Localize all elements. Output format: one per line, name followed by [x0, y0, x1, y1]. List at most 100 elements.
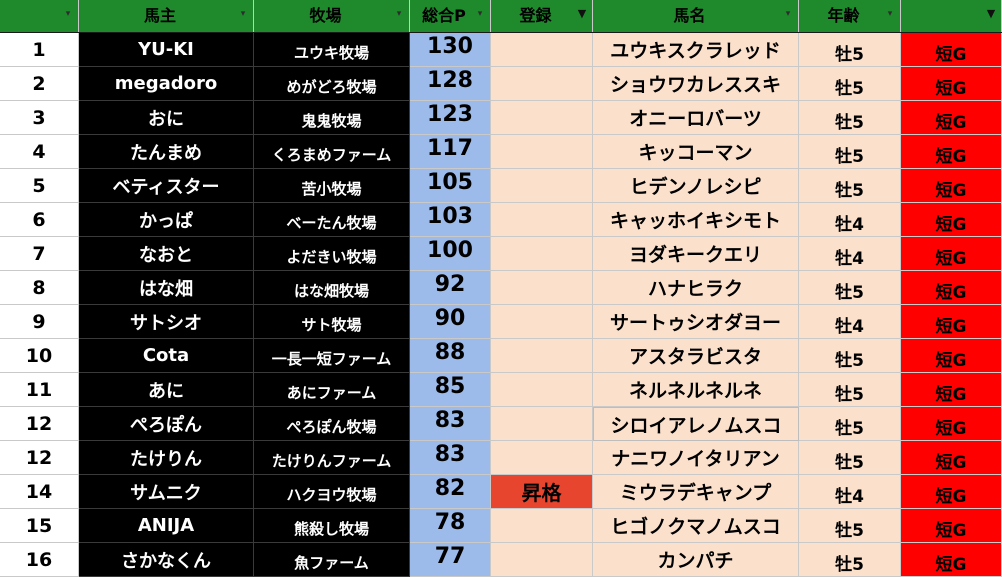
farm-cell[interactable]: あにファーム [254, 373, 410, 407]
age-cell[interactable]: 牡5 [799, 33, 901, 67]
horse-name-cell[interactable]: ヒデンノレシピ [593, 169, 799, 203]
horse-name-cell[interactable]: ショウワカレススキ [593, 67, 799, 101]
registration-cell[interactable] [491, 509, 593, 543]
category-cell[interactable]: 短G [901, 441, 1002, 475]
points-cell[interactable]: 123 [410, 101, 491, 135]
points-cell[interactable]: 130 [410, 33, 491, 67]
points-cell[interactable]: 88 [410, 339, 491, 373]
farm-cell[interactable]: よだきい牧場 [254, 237, 410, 271]
category-cell[interactable]: 短G [901, 305, 1002, 339]
registration-cell[interactable] [491, 237, 593, 271]
age-cell[interactable]: 牡5 [799, 67, 901, 101]
farm-cell[interactable]: くろまめファーム [254, 135, 410, 169]
rank-cell[interactable]: 5 [0, 169, 79, 203]
horse-name-cell[interactable]: ユウキスクラレッド [593, 33, 799, 67]
horse-name-cell[interactable]: ミウラデキャンプ [593, 475, 799, 509]
owner-cell[interactable]: なおと [79, 237, 254, 271]
points-cell[interactable]: 90 [410, 305, 491, 339]
registration-cell[interactable]: 昇格 [491, 475, 593, 509]
owner-cell[interactable]: サムニク [79, 475, 254, 509]
points-cell[interactable]: 77 [410, 543, 491, 577]
header-num[interactable]: ▾ [0, 0, 79, 32]
category-cell[interactable]: 短G [901, 169, 1002, 203]
age-cell[interactable]: 牡4 [799, 305, 901, 339]
rank-cell[interactable]: 7 [0, 237, 79, 271]
rank-cell[interactable]: 14 [0, 475, 79, 509]
registration-cell[interactable] [491, 135, 593, 169]
filter-dropdown-icon[interactable]: ▾ [61, 7, 75, 21]
farm-cell[interactable]: ぺろぽん牧場 [254, 407, 410, 441]
owner-cell[interactable]: megadoro [79, 67, 254, 101]
registration-cell[interactable] [491, 305, 593, 339]
rank-cell[interactable]: 10 [0, 339, 79, 373]
registration-cell[interactable] [491, 543, 593, 577]
farm-cell[interactable]: 苦小牧場 [254, 169, 410, 203]
age-cell[interactable]: 牡5 [799, 543, 901, 577]
owner-cell[interactable]: おに [79, 101, 254, 135]
category-cell[interactable]: 短G [901, 543, 1002, 577]
owner-cell[interactable]: サトシオ [79, 305, 254, 339]
registration-cell[interactable] [491, 203, 593, 237]
category-cell[interactable]: 短G [901, 271, 1002, 305]
farm-cell[interactable]: ユウキ牧場 [254, 33, 410, 67]
age-cell[interactable]: 牡5 [799, 135, 901, 169]
header-owner[interactable]: 馬主 ▾ [79, 0, 254, 32]
horse-name-cell[interactable]: オニーロバーツ [593, 101, 799, 135]
points-cell[interactable]: 103 [410, 203, 491, 237]
registration-cell[interactable] [491, 441, 593, 475]
filter-active-icon[interactable]: ▼ [984, 7, 998, 21]
filter-active-icon[interactable]: ▼ [575, 7, 589, 21]
registration-cell[interactable] [491, 373, 593, 407]
owner-cell[interactable]: さかなくん [79, 543, 254, 577]
header-registration[interactable]: 登録 ▼ [491, 0, 593, 32]
registration-cell[interactable] [491, 339, 593, 373]
owner-cell[interactable]: あに [79, 373, 254, 407]
registration-cell[interactable] [491, 407, 593, 441]
points-cell[interactable]: 82 [410, 475, 491, 509]
rank-cell[interactable]: 6 [0, 203, 79, 237]
category-cell[interactable]: 短G [901, 101, 1002, 135]
horse-name-cell[interactable]: ナニワノイタリアン [593, 441, 799, 475]
farm-cell[interactable]: 熊殺し牧場 [254, 509, 410, 543]
owner-cell[interactable]: ANIJA [79, 509, 254, 543]
points-cell[interactable]: 78 [410, 509, 491, 543]
age-cell[interactable]: 牡5 [799, 169, 901, 203]
registration-cell[interactable] [491, 101, 593, 135]
rank-cell[interactable]: 2 [0, 67, 79, 101]
owner-cell[interactable]: はな畑 [79, 271, 254, 305]
horse-name-cell[interactable]: ハナヒラク [593, 271, 799, 305]
header-farm[interactable]: 牧場 ▾ [254, 0, 410, 32]
category-cell[interactable]: 短G [901, 373, 1002, 407]
points-cell[interactable]: 128 [410, 67, 491, 101]
horse-name-cell[interactable]: キャッホイキシモト [593, 203, 799, 237]
header-horse[interactable]: 馬名 ▾ [593, 0, 799, 32]
farm-cell[interactable]: 鬼鬼牧場 [254, 101, 410, 135]
farm-cell[interactable]: たけりんファーム [254, 441, 410, 475]
category-cell[interactable]: 短G [901, 407, 1002, 441]
age-cell[interactable]: 牡4 [799, 203, 901, 237]
rank-cell[interactable]: 3 [0, 101, 79, 135]
category-cell[interactable]: 短G [901, 33, 1002, 67]
category-cell[interactable]: 短G [901, 135, 1002, 169]
owner-cell[interactable]: ぺろぽん [79, 407, 254, 441]
category-cell[interactable]: 短G [901, 475, 1002, 509]
points-cell[interactable]: 83 [410, 441, 491, 475]
category-cell[interactable]: 短G [901, 237, 1002, 271]
age-cell[interactable]: 牡5 [799, 373, 901, 407]
owner-cell[interactable]: YU-KI [79, 33, 254, 67]
filter-dropdown-icon[interactable]: ▾ [392, 7, 406, 21]
horse-name-cell[interactable]: ヒゴノクマノムスコ [593, 509, 799, 543]
points-cell[interactable]: 105 [410, 169, 491, 203]
farm-cell[interactable]: 魚ファーム [254, 543, 410, 577]
age-cell[interactable]: 牡5 [799, 101, 901, 135]
registration-cell[interactable] [491, 33, 593, 67]
registration-cell[interactable] [491, 67, 593, 101]
points-cell[interactable]: 85 [410, 373, 491, 407]
rank-cell[interactable]: 8 [0, 271, 79, 305]
rank-cell[interactable]: 16 [0, 543, 79, 577]
category-cell[interactable]: 短G [901, 67, 1002, 101]
farm-cell[interactable]: めがどろ牧場 [254, 67, 410, 101]
horse-name-cell[interactable]: カンパチ [593, 543, 799, 577]
category-cell[interactable]: 短G [901, 509, 1002, 543]
header-age[interactable]: 年齢 ▾ [799, 0, 901, 32]
